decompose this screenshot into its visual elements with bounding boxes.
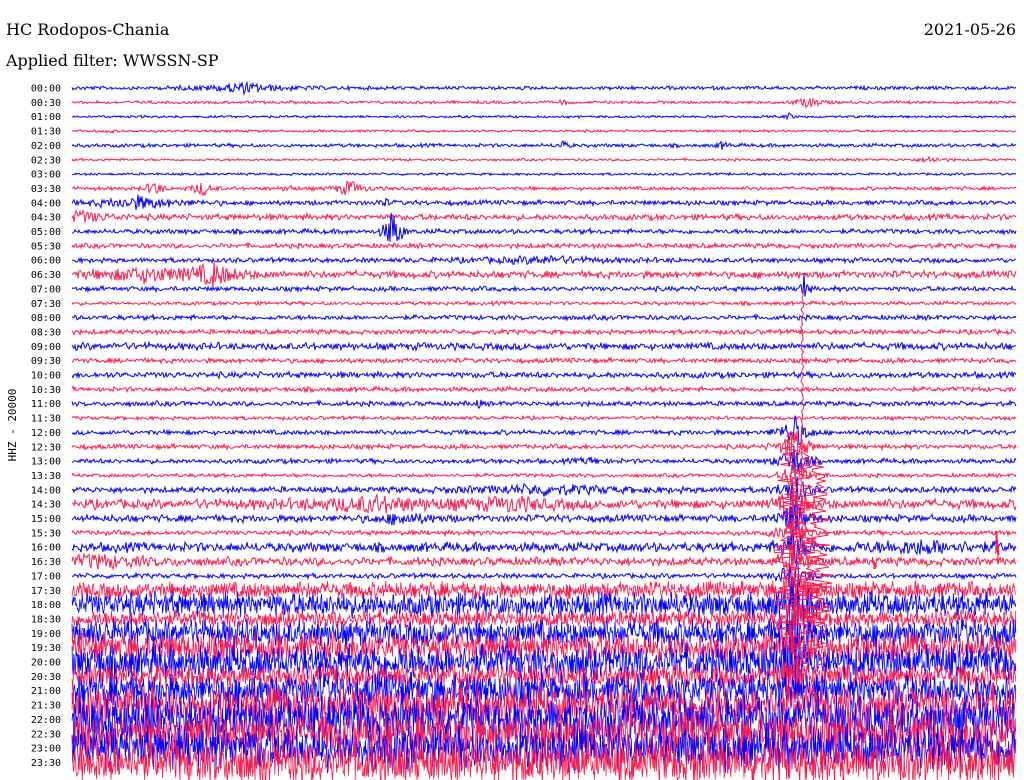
row-label: 22:00 bbox=[31, 715, 61, 726]
row-label: 06:30 bbox=[31, 270, 61, 281]
row-label: 15:30 bbox=[31, 528, 61, 539]
row-label: 19:30 bbox=[31, 643, 61, 654]
row-label: 05:30 bbox=[31, 241, 61, 252]
row-label: 19:00 bbox=[31, 629, 61, 640]
row-label: 02:30 bbox=[31, 155, 61, 166]
row-label: 07:00 bbox=[31, 284, 61, 295]
trace-line bbox=[71, 171, 1017, 177]
trace-line bbox=[71, 461, 1017, 488]
row-label: 13:30 bbox=[31, 471, 61, 482]
row-label: 08:30 bbox=[31, 327, 61, 338]
row-label: 09:30 bbox=[31, 356, 61, 367]
row-label: 05:00 bbox=[31, 227, 61, 238]
row-label: 21:00 bbox=[31, 686, 61, 697]
row-label: 16:00 bbox=[31, 543, 61, 554]
trace-line bbox=[71, 340, 1017, 352]
row-label: 18:00 bbox=[31, 600, 61, 611]
row-label: 17:30 bbox=[31, 586, 61, 597]
row-label: 11:30 bbox=[31, 414, 61, 425]
row-label-group: 00:00 00:30 01:00 01:30 02:00 02:30 03:00 03:30… bbox=[31, 84, 61, 769]
trace-line bbox=[71, 504, 1017, 535]
row-label: 22:30 bbox=[31, 729, 61, 740]
trace-line bbox=[71, 530, 1017, 565]
trace-line bbox=[71, 180, 1017, 197]
row-label: 21:30 bbox=[31, 701, 61, 712]
trace-line bbox=[71, 384, 1017, 394]
row-label: 16:30 bbox=[31, 557, 61, 568]
trace-line bbox=[71, 356, 1017, 366]
row-label: 03:30 bbox=[31, 184, 61, 195]
trace-line bbox=[71, 369, 1017, 380]
trace-line bbox=[71, 140, 1017, 150]
row-label: 12:00 bbox=[31, 428, 61, 439]
trace-line bbox=[71, 299, 1017, 307]
seismogram-plot: 00:00 00:30 01:00 01:30 02:00 02:30 03:00 03:30… bbox=[6, 80, 1017, 780]
row-label: 17:00 bbox=[31, 571, 61, 582]
trace-line bbox=[71, 80, 1017, 97]
row-label: 10:30 bbox=[31, 385, 61, 396]
row-label: 09:00 bbox=[31, 342, 61, 353]
trace-line bbox=[71, 97, 1017, 109]
channel-label: HHZ - 20000 bbox=[6, 389, 19, 462]
row-label: 11:00 bbox=[31, 399, 61, 410]
row-label: 00:00 bbox=[31, 84, 61, 95]
row-label: 20:00 bbox=[31, 658, 61, 669]
trace-line bbox=[71, 128, 1017, 135]
row-label: 13:00 bbox=[31, 457, 61, 468]
row-label: 00:30 bbox=[31, 98, 61, 109]
row-label: 08:00 bbox=[31, 313, 61, 324]
trace-line bbox=[71, 112, 1017, 121]
row-label: 04:00 bbox=[31, 198, 61, 209]
trace-line bbox=[71, 241, 1017, 251]
row-label: 15:00 bbox=[31, 514, 61, 525]
trace-line bbox=[71, 262, 1017, 288]
trace-line bbox=[71, 431, 1017, 458]
trace-line bbox=[71, 327, 1017, 337]
trace-line bbox=[71, 313, 1017, 322]
row-label: 12:30 bbox=[31, 442, 61, 453]
row-label: 14:00 bbox=[31, 485, 61, 496]
row-label: 23:30 bbox=[31, 758, 61, 769]
trace-group bbox=[71, 80, 1017, 780]
row-label: 02:00 bbox=[31, 141, 61, 152]
row-label: 20:30 bbox=[31, 672, 61, 683]
row-label: 06:00 bbox=[31, 256, 61, 267]
row-label: 07:30 bbox=[31, 299, 61, 310]
row-label: 18:30 bbox=[31, 614, 61, 625]
trace-line bbox=[71, 399, 1017, 410]
trace-line bbox=[71, 209, 1017, 224]
trace-line bbox=[71, 414, 1017, 422]
row-label: 10:00 bbox=[31, 371, 61, 382]
row-label: 04:30 bbox=[31, 213, 61, 224]
row-label: 01:30 bbox=[31, 127, 61, 138]
row-label: 01:00 bbox=[31, 112, 61, 123]
row-label: 23:00 bbox=[31, 744, 61, 755]
trace-line bbox=[71, 155, 1017, 164]
trace-line bbox=[71, 194, 1017, 210]
row-label: 14:30 bbox=[31, 500, 61, 511]
row-label: 03:00 bbox=[31, 170, 61, 181]
trace-line bbox=[71, 445, 1017, 477]
